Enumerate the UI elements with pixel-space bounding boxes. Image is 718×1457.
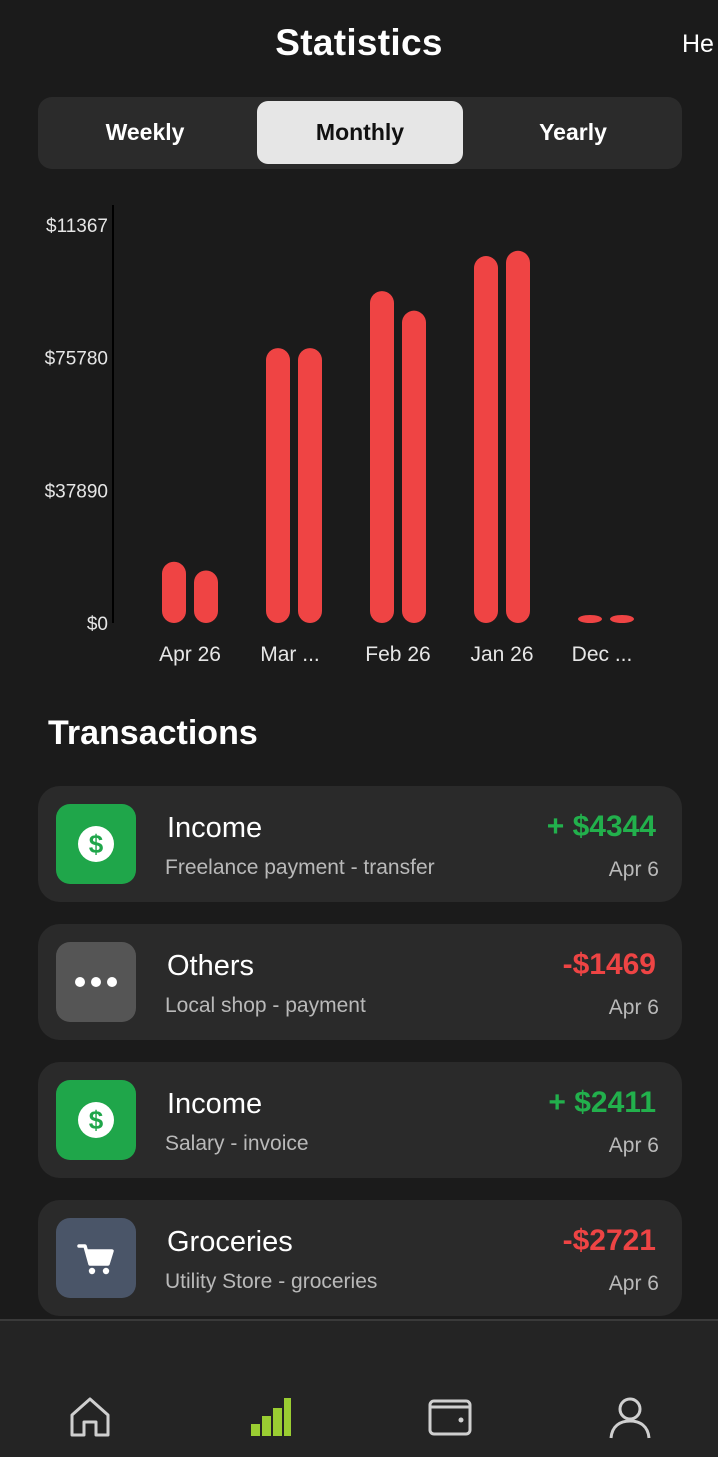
transaction-category: Others — [167, 950, 255, 982]
y-tick-label: $0 — [87, 614, 108, 635]
svg-text:$: $ — [89, 829, 104, 859]
transaction-date: Apr 6 — [608, 1134, 659, 1157]
transaction-description: Local shop - payment — [165, 994, 366, 1017]
x-tick-label: Dec ... — [572, 643, 633, 666]
y-tick-label: $11367 — [46, 216, 108, 237]
transaction-description: Freelance payment - transfer — [165, 856, 435, 879]
transaction-amount: + $4344 — [546, 810, 656, 843]
bar-chart-icon — [251, 1398, 291, 1436]
transaction-amount: -$2721 — [562, 1224, 656, 1257]
nav-home[interactable] — [60, 1387, 120, 1447]
transaction-card[interactable]: $ Income Freelance payment - transfer + … — [38, 786, 682, 902]
transaction-date: Apr 6 — [608, 1272, 659, 1295]
bar[interactable] — [298, 348, 322, 623]
bar[interactable] — [162, 561, 186, 623]
tab-weekly[interactable]: Weekly — [42, 101, 248, 164]
tab-monthly[interactable]: Monthly — [257, 101, 463, 164]
bar[interactable] — [506, 250, 530, 623]
x-tick-label: Feb 26 — [365, 643, 430, 666]
shopping-cart-icon — [56, 1218, 136, 1298]
transaction-description: Utility Store - groceries — [165, 1270, 378, 1293]
transaction-category: Income — [167, 1088, 263, 1120]
bar[interactable] — [370, 291, 394, 623]
bar[interactable] — [194, 570, 218, 623]
next-page-peek-text: He — [682, 30, 714, 58]
monthly-bar-chart: $0 $37890 $75780 $11367 Apr 26 Mar ... Feb 26 J… — [0, 190, 718, 680]
transaction-amount: + $2411 — [548, 1086, 656, 1119]
transaction-card[interactable]: $ Income Salary - invoice + $2411 Apr 6 — [38, 1062, 682, 1178]
y-tick-label: $75780 — [45, 349, 108, 370]
transaction-category: Income — [167, 812, 263, 844]
page-title: Statistics — [275, 22, 443, 63]
period-segmented-control: Weekly Monthly Yearly — [38, 97, 682, 169]
transactions-heading: Transactions — [48, 714, 258, 752]
x-tick-label: Jan 26 — [470, 643, 533, 666]
dollar-circle-icon: $ — [56, 804, 136, 884]
nav-profile[interactable] — [600, 1387, 660, 1447]
more-dots-icon — [56, 942, 136, 1022]
bar[interactable] — [610, 615, 634, 623]
home-icon — [70, 1397, 110, 1437]
bottom-navigation-bar — [0, 1319, 718, 1457]
transaction-date: Apr 6 — [608, 858, 659, 881]
bar[interactable] — [578, 615, 602, 623]
y-tick-label: $37890 — [45, 481, 108, 502]
dollar-circle-icon: $ — [56, 1080, 136, 1160]
transaction-card[interactable]: Groceries Utility Store - groceries -$27… — [38, 1200, 682, 1316]
tab-yearly[interactable]: Yearly — [470, 101, 676, 164]
user-icon — [609, 1397, 651, 1439]
bar[interactable] — [402, 310, 426, 623]
bar[interactable] — [474, 256, 498, 623]
transaction-date: Apr 6 — [608, 996, 659, 1019]
x-tick-label: Mar ... — [260, 643, 320, 666]
transaction-description: Salary - invoice — [165, 1132, 309, 1155]
transaction-card[interactable]: Others Local shop - payment -$1469 Apr 6 — [38, 924, 682, 1040]
transaction-amount: -$1469 — [562, 948, 656, 981]
svg-text:$: $ — [89, 1105, 104, 1135]
x-tick-label: Apr 26 — [159, 643, 221, 666]
transaction-category: Groceries — [167, 1226, 293, 1258]
wallet-icon — [428, 1399, 472, 1436]
nav-statistics[interactable] — [240, 1387, 300, 1447]
chart-svg: $0 $37890 $75780 $11367 Apr 26 Mar ... Feb 26 J… — [45, 205, 634, 666]
bar[interactable] — [266, 348, 290, 623]
nav-wallet[interactable] — [420, 1387, 480, 1447]
